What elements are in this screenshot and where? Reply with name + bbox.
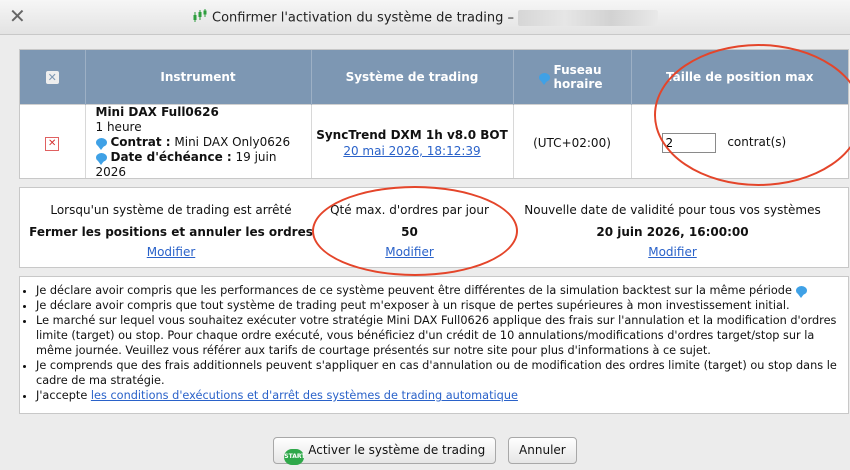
header-checkbox[interactable]: ✕ — [20, 50, 86, 105]
list-item: Je comprends que des frais additionnels … — [36, 358, 848, 388]
list-item: Le marché sur lequel vous souhaitez exéc… — [36, 313, 848, 358]
settings-panel: Lorsqu'un système de trading est arrêté … — [19, 187, 849, 268]
setting-title: Nouvelle date de validité pour tous vos … — [524, 203, 821, 217]
start-icon: START — [284, 449, 305, 465]
modify-link[interactable]: Modifier — [648, 245, 697, 259]
setting-title: Qté max. d'ordres par jour — [330, 203, 489, 217]
disclaimer-text: Je comprends que des frais additionnels … — [36, 359, 837, 387]
header-timezone-label: Fuseau horaire — [553, 63, 603, 91]
timezone-cell: (UTC+02:00) — [513, 104, 632, 178]
select-all-checkbox-icon[interactable]: ✕ — [45, 71, 59, 84]
system-name: SyncTrend DXM 1h v8.0 BOT — [316, 127, 508, 142]
header-system: Système de trading — [311, 50, 514, 105]
window-title-wrap: Confirmer l'activation du système de tra… — [0, 9, 850, 27]
disclaimer-text: Je déclare avoir compris que les perform… — [36, 284, 792, 297]
contract-label: Contrat : — [110, 135, 171, 149]
header-instrument: Instrument — [85, 50, 312, 105]
setting-on-stop: Lorsqu'un système de trading est arrêté … — [20, 188, 322, 267]
table-row: ✕ Mini DAX Full0626 1 heure Contrat : Mi… — [20, 104, 848, 178]
modify-link[interactable]: Modifier — [385, 245, 434, 259]
list-item: J'accepte les conditions d'exécutions et… — [36, 388, 848, 403]
max-position-input[interactable] — [661, 132, 716, 153]
info-bubble-icon[interactable] — [95, 153, 107, 165]
disclaimer-text: Je déclare avoir compris que tout systèm… — [36, 299, 790, 312]
candlestick-chart-icon — [192, 9, 208, 27]
setting-max-orders: Qté max. d'ordres par jour 50 Modifier — [322, 188, 497, 267]
list-item: Je déclare avoir compris que les perform… — [36, 283, 848, 298]
header-timezone: Fuseau horaire — [513, 50, 632, 105]
terms-link[interactable]: les conditions d'exécutions et d'arrêt d… — [91, 389, 518, 402]
expiry-label: Date d'échéance : — [110, 150, 232, 164]
accept-prefix: J'accepte — [36, 389, 91, 402]
row-checkbox-cell[interactable]: ✕ — [20, 104, 86, 178]
button-bar: START Activer le système de trading Annul… — [0, 437, 850, 465]
modify-link[interactable]: Modifier — [147, 245, 196, 259]
activate-button[interactable]: START Activer le système de trading — [273, 437, 497, 465]
window-title: Confirmer l'activation du système de tra… — [212, 10, 514, 26]
max-position-unit: contrat(s) — [727, 135, 787, 149]
system-date-link[interactable]: 20 mai 2026, 18:12:39 — [312, 143, 513, 159]
contract-value: Mini DAX Only0626 — [174, 135, 291, 149]
instrument-cell: Mini DAX Full0626 1 heure Contrat : Mini… — [85, 104, 312, 178]
expiry-line: Date d'échéance : 19 juin 2026 — [95, 150, 311, 178]
row-checkbox-icon[interactable]: ✕ — [45, 136, 60, 151]
setting-value: 50 — [401, 225, 418, 239]
list-item: Je déclare avoir compris que tout systèm… — [36, 298, 848, 313]
info-bubble-icon[interactable] — [95, 138, 107, 150]
setting-value: 20 juin 2026, 16:00:00 — [596, 225, 749, 239]
disclaimer-text: Le marché sur lequel vous souhaitez exéc… — [36, 314, 837, 357]
contract-line: Contrat : Mini DAX Only0626 — [95, 135, 311, 150]
setting-value: Fermer les positions et annuler les ordr… — [29, 225, 313, 239]
setting-validity-date: Nouvelle date de validité pour tous vos … — [497, 188, 848, 267]
instrument-period: 1 heure — [95, 120, 142, 134]
activate-label: Activer le système de trading — [308, 443, 486, 457]
system-cell: SyncTrend DXM 1h v8.0 BOT 20 mai 2026, 1… — [311, 104, 514, 178]
header-max-position: Taille de position max — [631, 50, 848, 105]
instrument-name: Mini DAX Full0626 — [95, 105, 219, 119]
disclaimer-panel: Je déclare avoir compris que les perform… — [19, 276, 849, 414]
disclaimer-list: Je déclare avoir compris que les perform… — [20, 283, 848, 403]
max-position-cell: contrat(s) — [631, 104, 848, 178]
info-bubble-icon[interactable] — [538, 72, 550, 85]
cancel-button[interactable]: Annuler — [508, 437, 577, 464]
info-bubble-icon[interactable] — [795, 286, 807, 298]
instrument-table: ✕ Instrument Système de trading Fuseau h… — [19, 49, 849, 179]
title-bar: ✕ Confirmer l'activation du système de t… — [0, 0, 850, 35]
setting-title: Lorsqu'un système de trading est arrêté — [50, 203, 292, 217]
redacted-account-name — [517, 10, 658, 26]
